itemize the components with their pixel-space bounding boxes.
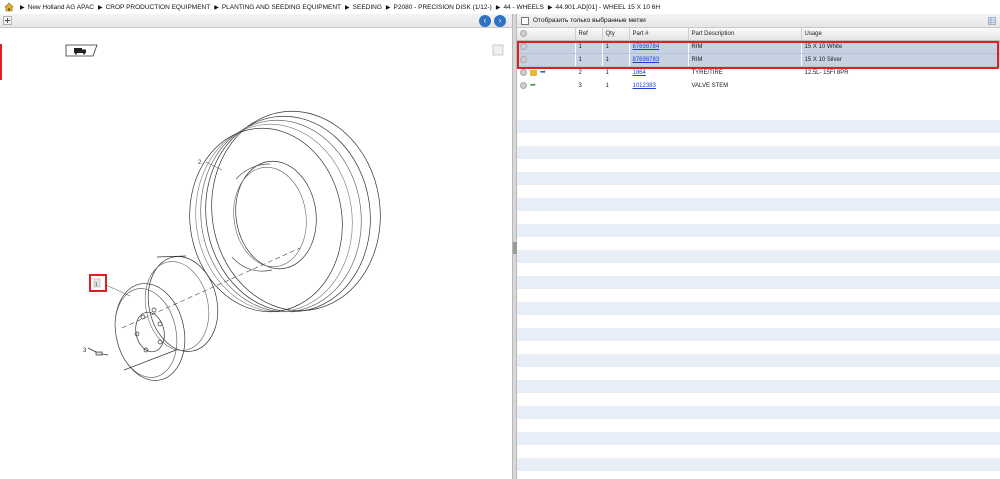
breadcrumb-item[interactable]: ▶ SEEDING [345, 4, 382, 11]
cell-qty: 1 [605, 82, 609, 89]
empty-grid-row [517, 224, 1000, 237]
breadcrumb-label[interactable]: CROP PRODUCTION EQUIPMENT [106, 4, 211, 11]
breadcrumb-item[interactable]: ▶ P2080 - PRECISION DISK (1/12-) [386, 4, 492, 11]
tire-drawing [189, 110, 381, 313]
show-selected-only-label: Отобразить только выбранные метки [533, 17, 646, 24]
empty-grid-row [517, 367, 1000, 380]
part-number-link[interactable]: 1012383 [633, 83, 656, 89]
empty-grid-row [517, 419, 1000, 432]
column-header-description[interactable]: Part Description [688, 28, 802, 41]
table-row[interactable]: ➦ 3 1 1012383 VALVE STEM [517, 79, 1000, 92]
triangle-right-icon: ▶ [495, 4, 501, 11]
breadcrumb-label[interactable]: SEEDING [353, 4, 382, 11]
breadcrumb-label[interactable]: PLANTING AND SEEDING EQUIPMENT [222, 4, 341, 11]
column-header-usage[interactable]: Usage [801, 28, 1000, 41]
triangle-right-icon: ▶ [214, 4, 219, 11]
triangle-right-icon: ▶ [547, 4, 553, 11]
empty-grid-row [517, 146, 1000, 159]
breadcrumb: ▶ New Holland AG APAC ▶ CROP PRODUCTION EQ… [0, 0, 1000, 14]
empty-grid-row [517, 250, 1000, 263]
empty-grid-row [517, 302, 1000, 315]
empty-grid-row [517, 107, 1000, 120]
column-header-select[interactable] [517, 28, 576, 41]
breadcrumb-item[interactable]: ▶ 44 - WHEELS [496, 4, 544, 11]
back-arrow-icon[interactable]: ‹ [479, 15, 491, 27]
breadcrumb-item-current: ▶ 44.901.AD[01] - WHEEL 15 X 10 6H [548, 4, 660, 11]
parts-toolbar: Отобразить только выбранные метки [517, 14, 1000, 28]
breadcrumb-label[interactable]: P2080 - PRECISION DISK (1/12-) [394, 4, 492, 11]
empty-grid-row [517, 341, 1000, 354]
grid-settings-icon[interactable] [988, 17, 996, 25]
empty-grid-row [517, 445, 1000, 458]
page-icon[interactable] [492, 44, 504, 56]
green-arrow-icon[interactable]: ➦ [530, 82, 536, 89]
breadcrumb-label: 44.901.AD[01] - WHEEL 15 X 10 6H [555, 3, 661, 11]
forward-arrow-icon[interactable]: › [494, 15, 506, 27]
empty-grid-row [517, 354, 1000, 367]
cell-part-number: 1012383 [629, 79, 688, 92]
triangle-right-icon: ▶ [385, 4, 391, 11]
rim-drawing [114, 255, 219, 381]
empty-grid-row [517, 198, 1000, 211]
breadcrumb-label[interactable]: New Holland AG APAC [28, 4, 94, 11]
empty-grid-row [517, 133, 1000, 146]
breadcrumb-item[interactable]: ▶ PLANTING AND SEEDING EQUIPMENT [214, 4, 341, 11]
parts-list-pane: Отобразить только выбранные метки Ref Qt… [517, 14, 1000, 479]
select-all-icon[interactable] [520, 30, 527, 38]
column-header-qty[interactable]: Qty [602, 28, 630, 41]
triangle-right-icon: ▶ [345, 4, 350, 11]
empty-grid-row [517, 458, 1000, 471]
selected-rows-highlight [517, 41, 999, 69]
empty-grid-row [517, 159, 1000, 172]
cell-ref: 3 [578, 82, 582, 89]
empty-grid-row [517, 289, 1000, 302]
empty-grid-row [517, 276, 1000, 289]
empty-grid-row [517, 406, 1000, 419]
empty-grid-row [517, 185, 1000, 198]
diagram-toolbar: ‹ › [0, 14, 512, 28]
select-circle-icon[interactable] [520, 69, 527, 77]
empty-grid-row [517, 380, 1000, 393]
callout-2: 2 [198, 160, 202, 166]
breadcrumb-item[interactable]: ▶ CROP PRODUCTION EQUIPMENT [98, 4, 210, 11]
select-circle-icon[interactable] [520, 82, 527, 89]
cell-usage [801, 79, 1000, 92]
table-header-row: Ref Qty Part # Part Description Usage [517, 28, 1000, 41]
blue-arrow-icon[interactable]: ➥ [540, 69, 546, 76]
show-selected-only-checkbox[interactable] [521, 16, 529, 25]
folder-icon[interactable] [530, 69, 537, 76]
empty-grid-row [517, 211, 1000, 224]
diagram-pane: ‹ › 2 3 1 [0, 14, 512, 479]
callout-3: 3 [83, 348, 87, 354]
expand-icon[interactable] [3, 16, 12, 25]
cell-description: VALVE STEM [691, 82, 729, 89]
column-header-ref[interactable]: Ref [575, 28, 603, 41]
row-icons: ➦ [517, 79, 575, 92]
empty-grid-row [517, 315, 1000, 328]
empty-grid-row [517, 393, 1000, 406]
callout-1: 1 [95, 282, 98, 288]
truck-icon[interactable] [65, 44, 98, 57]
home-icon[interactable] [4, 2, 14, 12]
column-header-part-number[interactable]: Part # [629, 28, 689, 41]
triangle-right-icon: ▶ [20, 4, 25, 11]
part-number-link[interactable]: 1864 [633, 70, 646, 76]
breadcrumb-item[interactable]: ▶ New Holland AG APAC [20, 4, 94, 11]
breadcrumb-label[interactable]: 44 - WHEELS [503, 4, 543, 11]
empty-grid-row [517, 432, 1000, 445]
pane-marker [0, 44, 2, 80]
exploded-parts-diagram: 2 3 1 [0, 44, 504, 381]
valve-stem-drawing [87, 347, 109, 356]
empty-grid-row [517, 263, 1000, 276]
empty-grid-row [517, 237, 1000, 250]
empty-grid-area [517, 107, 1000, 479]
empty-grid-row [517, 120, 1000, 133]
empty-grid-row [517, 172, 1000, 185]
empty-grid-row [517, 328, 1000, 341]
triangle-right-icon: ▶ [97, 4, 103, 11]
